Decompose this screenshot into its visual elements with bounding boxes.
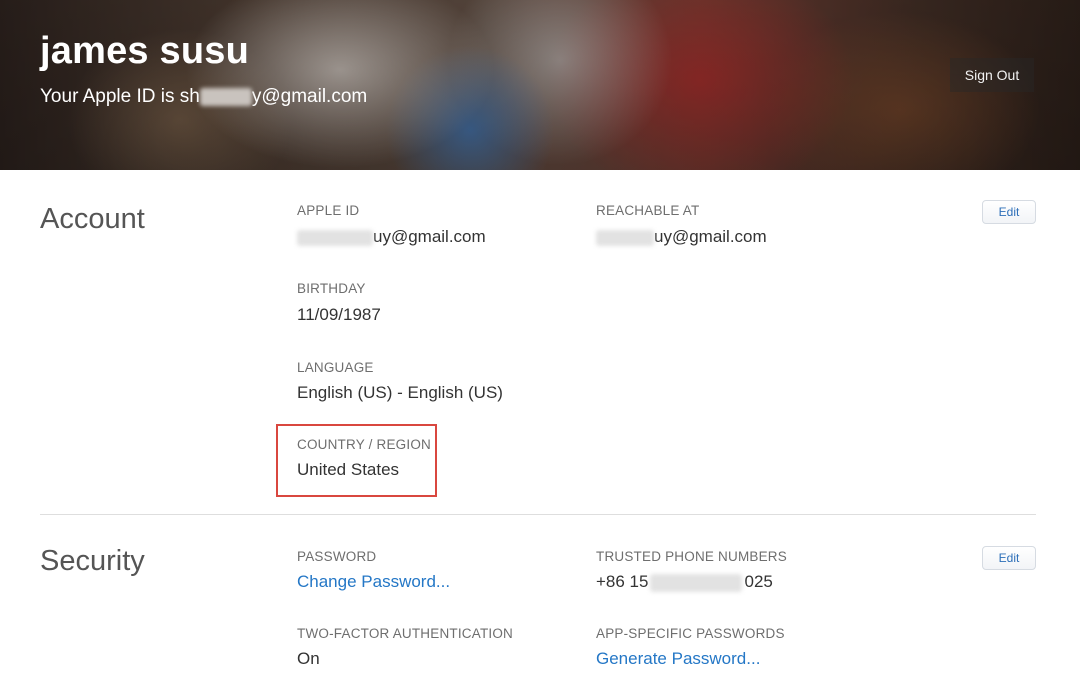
reachable-at-label: REACHABLE AT [596,203,700,218]
birthday-value: 11/09/1987 [297,305,381,324]
generate-password-link[interactable]: Generate Password... [596,649,760,669]
redacted-text [199,87,252,106]
reachable-at-value-suffix: uy@gmail.com [654,227,767,246]
two-factor-label: TWO-FACTOR AUTHENTICATION [297,626,513,641]
reachable-at-value: uy@gmail.com [596,227,767,247]
security-edit-button[interactable]: Edit [982,546,1036,570]
profile-header: james susu Your Apple ID is sh y@gmail.co… [0,0,1080,170]
country-region-value: United States [297,460,400,479]
two-factor-value: On [297,649,320,668]
apple-id-value: uy@gmail.com [297,227,486,247]
user-name: james susu [40,30,249,72]
redacted-text [596,229,654,246]
birthday-label: BIRTHDAY [297,281,366,296]
app-specific-passwords-label: APP-SPECIFIC PASSWORDS [596,626,785,641]
redacted-text [297,229,373,246]
trusted-phone-prefix: +86 15 [596,572,649,591]
apple-id-value-suffix: uy@gmail.com [373,227,486,246]
change-password-link[interactable]: Change Password... [297,572,450,592]
trusted-phone-label: TRUSTED PHONE NUMBERS [596,549,787,564]
language-label: LANGUAGE [297,360,374,375]
apple-id-suffix: y@gmail.com [251,86,368,107]
apple-id-label: APPLE ID [297,203,360,218]
apple-id-prefix: Your Apple ID is sh [40,86,200,107]
trusted-phone-suffix: 025 [744,572,773,591]
redacted-text [650,573,743,592]
section-divider [40,514,1036,515]
apple-id-line: Your Apple ID is sh y@gmail.com [40,86,367,108]
trusted-phone-value: +86 15 025 [596,572,773,592]
account-section-title: Account [40,203,145,235]
country-region-label: COUNTRY / REGION [297,437,431,452]
password-label: PASSWORD [297,549,377,564]
sign-out-button[interactable]: Sign Out [950,58,1034,92]
security-section-title: Security [40,545,145,577]
account-edit-button[interactable]: Edit [982,200,1036,224]
language-value: English (US) - English (US) [297,383,503,402]
header-background-image [0,0,1080,170]
